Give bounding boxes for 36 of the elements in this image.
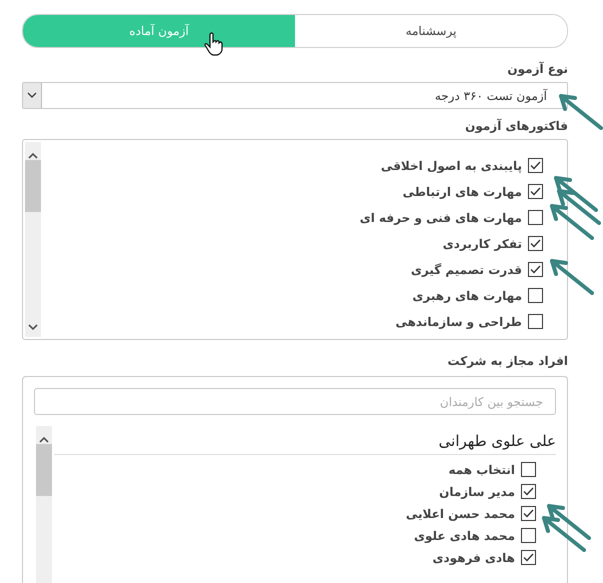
checkbox[interactable] bbox=[521, 506, 536, 521]
checkbox-item[interactable]: طراحی و سازماندهی bbox=[43, 314, 543, 329]
field-label: افراد مجاز به شرکت bbox=[446, 354, 568, 368]
checkbox[interactable] bbox=[528, 262, 543, 277]
field-label: نوع آزمون bbox=[506, 62, 568, 76]
checkbox-item[interactable]: قدرت تصمیم گیری bbox=[43, 262, 543, 277]
scrollbar[interactable] bbox=[36, 426, 52, 583]
checkbox-item[interactable]: هادی فرهودی bbox=[54, 550, 536, 565]
scroll-thumb[interactable] bbox=[36, 444, 52, 496]
group-title: علی علوی طهرانی bbox=[54, 432, 556, 455]
chevron-down-icon[interactable] bbox=[23, 83, 42, 108]
checkbox[interactable] bbox=[528, 288, 543, 303]
checkbox[interactable] bbox=[521, 528, 536, 543]
checkbox-item[interactable]: مدیر سازمان bbox=[54, 484, 536, 499]
checkbox-item[interactable]: انتخاب همه bbox=[54, 462, 536, 477]
checkbox[interactable] bbox=[521, 462, 536, 477]
checkbox-item[interactable]: تفکر کاربردی bbox=[43, 236, 543, 251]
checkbox[interactable] bbox=[521, 550, 536, 565]
hand-cursor-icon bbox=[204, 32, 224, 56]
checkbox[interactable] bbox=[521, 484, 536, 499]
checkbox[interactable] bbox=[528, 236, 543, 251]
scroll-thumb[interactable] bbox=[25, 160, 41, 212]
checkbox-item[interactable]: مهارت های فنی و حرفه ای bbox=[43, 210, 543, 225]
checkbox-item[interactable]: مهارت های ارتباطی bbox=[43, 184, 543, 199]
checkbox-item[interactable]: مهارت های رهبری bbox=[43, 288, 543, 303]
field-label: فاکتورهای آزمون bbox=[464, 119, 568, 133]
checkbox[interactable] bbox=[528, 184, 543, 199]
checkbox[interactable] bbox=[528, 210, 543, 225]
checkbox-item[interactable]: پایبندی به اصول اخلاقی bbox=[43, 158, 543, 173]
exam-type-select[interactable]: آزمون تست ۳۶۰ درجه bbox=[22, 82, 568, 109]
checkbox-item[interactable]: محمد حسن اعلایی bbox=[54, 506, 536, 521]
checkbox-item[interactable]: محمد هادی علوی bbox=[54, 528, 536, 543]
scrollbar[interactable] bbox=[25, 142, 41, 337]
checkbox[interactable] bbox=[528, 158, 543, 173]
search-field[interactable]: جستجو بین کارمندان bbox=[34, 388, 556, 415]
checkbox[interactable] bbox=[528, 314, 543, 329]
